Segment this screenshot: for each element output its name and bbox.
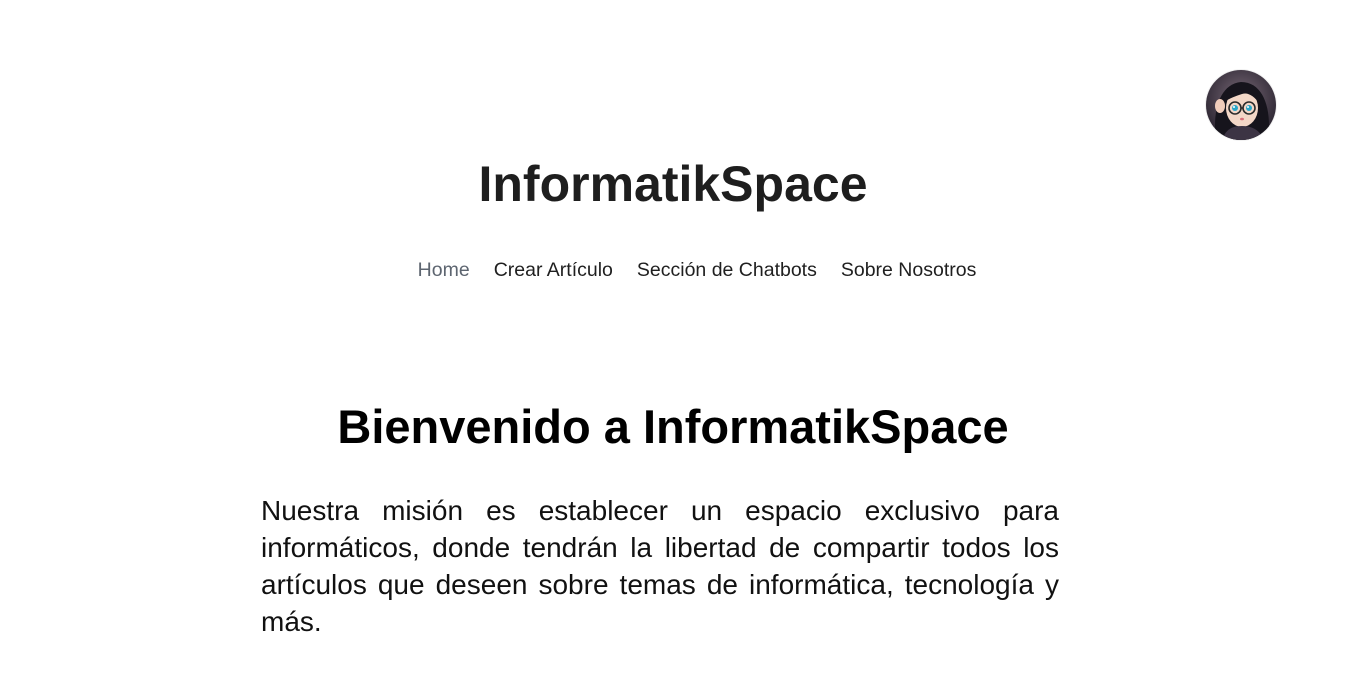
nav-item-seccion-chatbots[interactable]: Sección de Chatbots [637,256,817,284]
nav-item-crear-articulo[interactable]: Crear Artículo [494,256,613,284]
main-nav: Home Crear Artículo Sección de Chatbots … [0,256,1346,284]
user-avatar[interactable] [1206,70,1276,140]
nav-item-sobre-nosotros[interactable]: Sobre Nosotros [841,256,976,284]
nav-item-home[interactable]: Home [418,256,470,284]
mission-text: Nuestra misión es establecer un espacio … [261,495,1059,637]
site-title: InformatikSpace [478,156,868,212]
page: InformatikSpace Home Crear Artículo Secc… [0,0,1346,679]
welcome-title: Bienvenido a InformatikSpace [337,400,1009,453]
user-avatar-icon [1206,70,1276,140]
